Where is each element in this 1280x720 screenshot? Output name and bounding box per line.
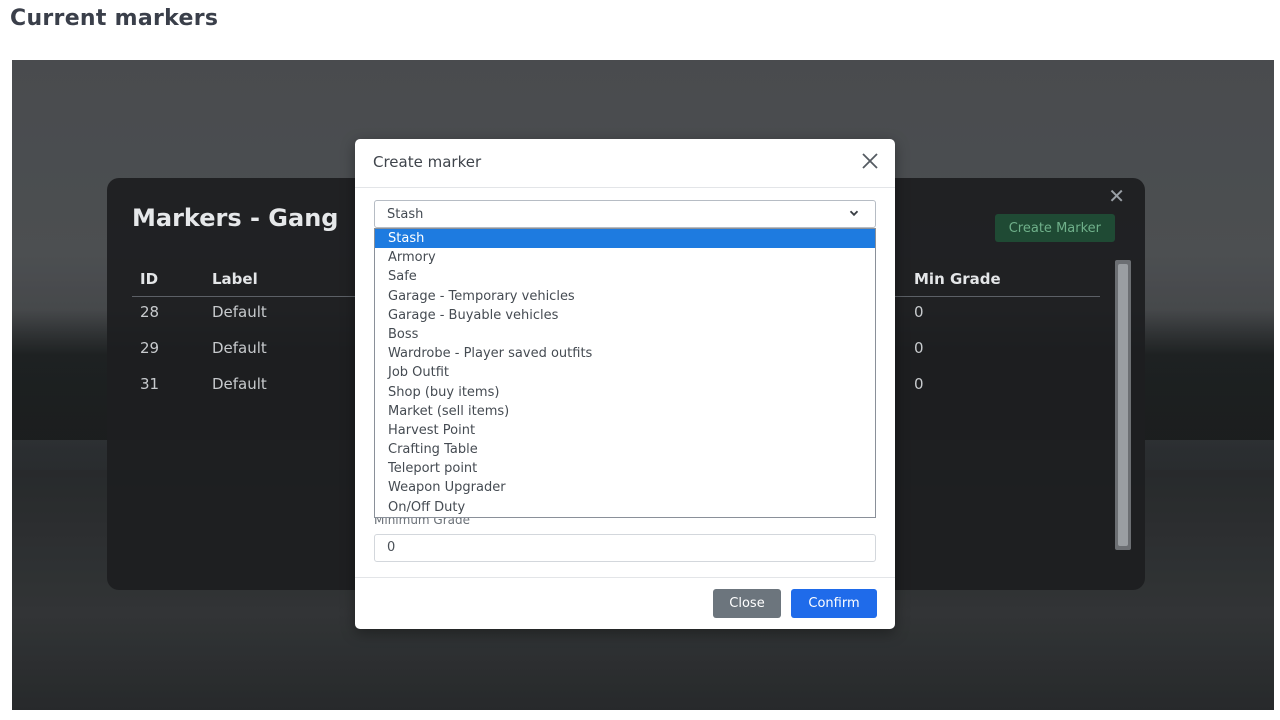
modal-header: Create marker: [355, 139, 895, 188]
select-value: Stash: [387, 207, 424, 222]
option-weapon-upgrader[interactable]: Weapon Upgrader: [375, 478, 875, 497]
create-marker-modal: Create marker Stash Stash Armory Safe Ga…: [355, 139, 895, 629]
column-header-label: Label: [212, 270, 258, 288]
cell-min-grade: 0: [914, 339, 924, 357]
option-on-off-duty[interactable]: On/Off Duty: [375, 498, 875, 517]
modal-footer: Close Confirm: [355, 577, 895, 630]
cell-label: Default: [212, 339, 267, 357]
option-market[interactable]: Market (sell items): [375, 402, 875, 421]
option-garage-temporary[interactable]: Garage - Temporary vehicles: [375, 287, 875, 306]
option-teleport-point[interactable]: Teleport point: [375, 459, 875, 478]
option-boss[interactable]: Boss: [375, 325, 875, 344]
option-job-outfit[interactable]: Job Outfit: [375, 363, 875, 382]
cell-min-grade: 0: [914, 303, 924, 321]
cell-min-grade: 0: [914, 375, 924, 393]
option-stash[interactable]: Stash: [375, 229, 875, 249]
option-crafting-table[interactable]: Crafting Table: [375, 440, 875, 459]
option-shop[interactable]: Shop (buy items): [375, 383, 875, 402]
cell-label: Default: [212, 375, 267, 393]
chevron-down-icon: [849, 210, 859, 217]
panel-close-icon[interactable]: ✕: [1108, 184, 1125, 208]
option-safe[interactable]: Safe: [375, 267, 875, 286]
modal-title: Create marker: [373, 153, 482, 171]
column-header-min-grade: Min Grade: [914, 270, 1001, 288]
option-armory[interactable]: Armory: [375, 248, 875, 267]
panel-scrollbar[interactable]: [1115, 260, 1131, 550]
option-garage-buyable[interactable]: Garage - Buyable vehicles: [375, 306, 875, 325]
option-harvest-point[interactable]: Harvest Point: [375, 421, 875, 440]
column-header-id: ID: [140, 270, 159, 288]
option-wardrobe[interactable]: Wardrobe - Player saved outfits: [375, 344, 875, 363]
min-grade-label: Minimum Grade: [374, 518, 471, 527]
page-heading: Current markers: [10, 6, 219, 31]
marker-type-select[interactable]: Stash: [374, 200, 876, 228]
close-button[interactable]: Close: [713, 589, 781, 618]
confirm-button[interactable]: Confirm: [791, 589, 877, 618]
min-grade-input[interactable]: 0: [374, 534, 876, 562]
marker-type-options: Stash Armory Safe Garage - Temporary veh…: [374, 228, 876, 518]
cell-id: 28: [140, 303, 160, 321]
create-marker-button[interactable]: Create Marker: [994, 214, 1115, 242]
cell-id: 31: [140, 375, 160, 393]
panel-title: Markers - Gang: [132, 204, 339, 232]
scrollbar-thumb[interactable]: [1118, 264, 1128, 546]
close-icon[interactable]: [859, 150, 881, 172]
cell-label: Default: [212, 303, 267, 321]
cell-id: 29: [140, 339, 160, 357]
